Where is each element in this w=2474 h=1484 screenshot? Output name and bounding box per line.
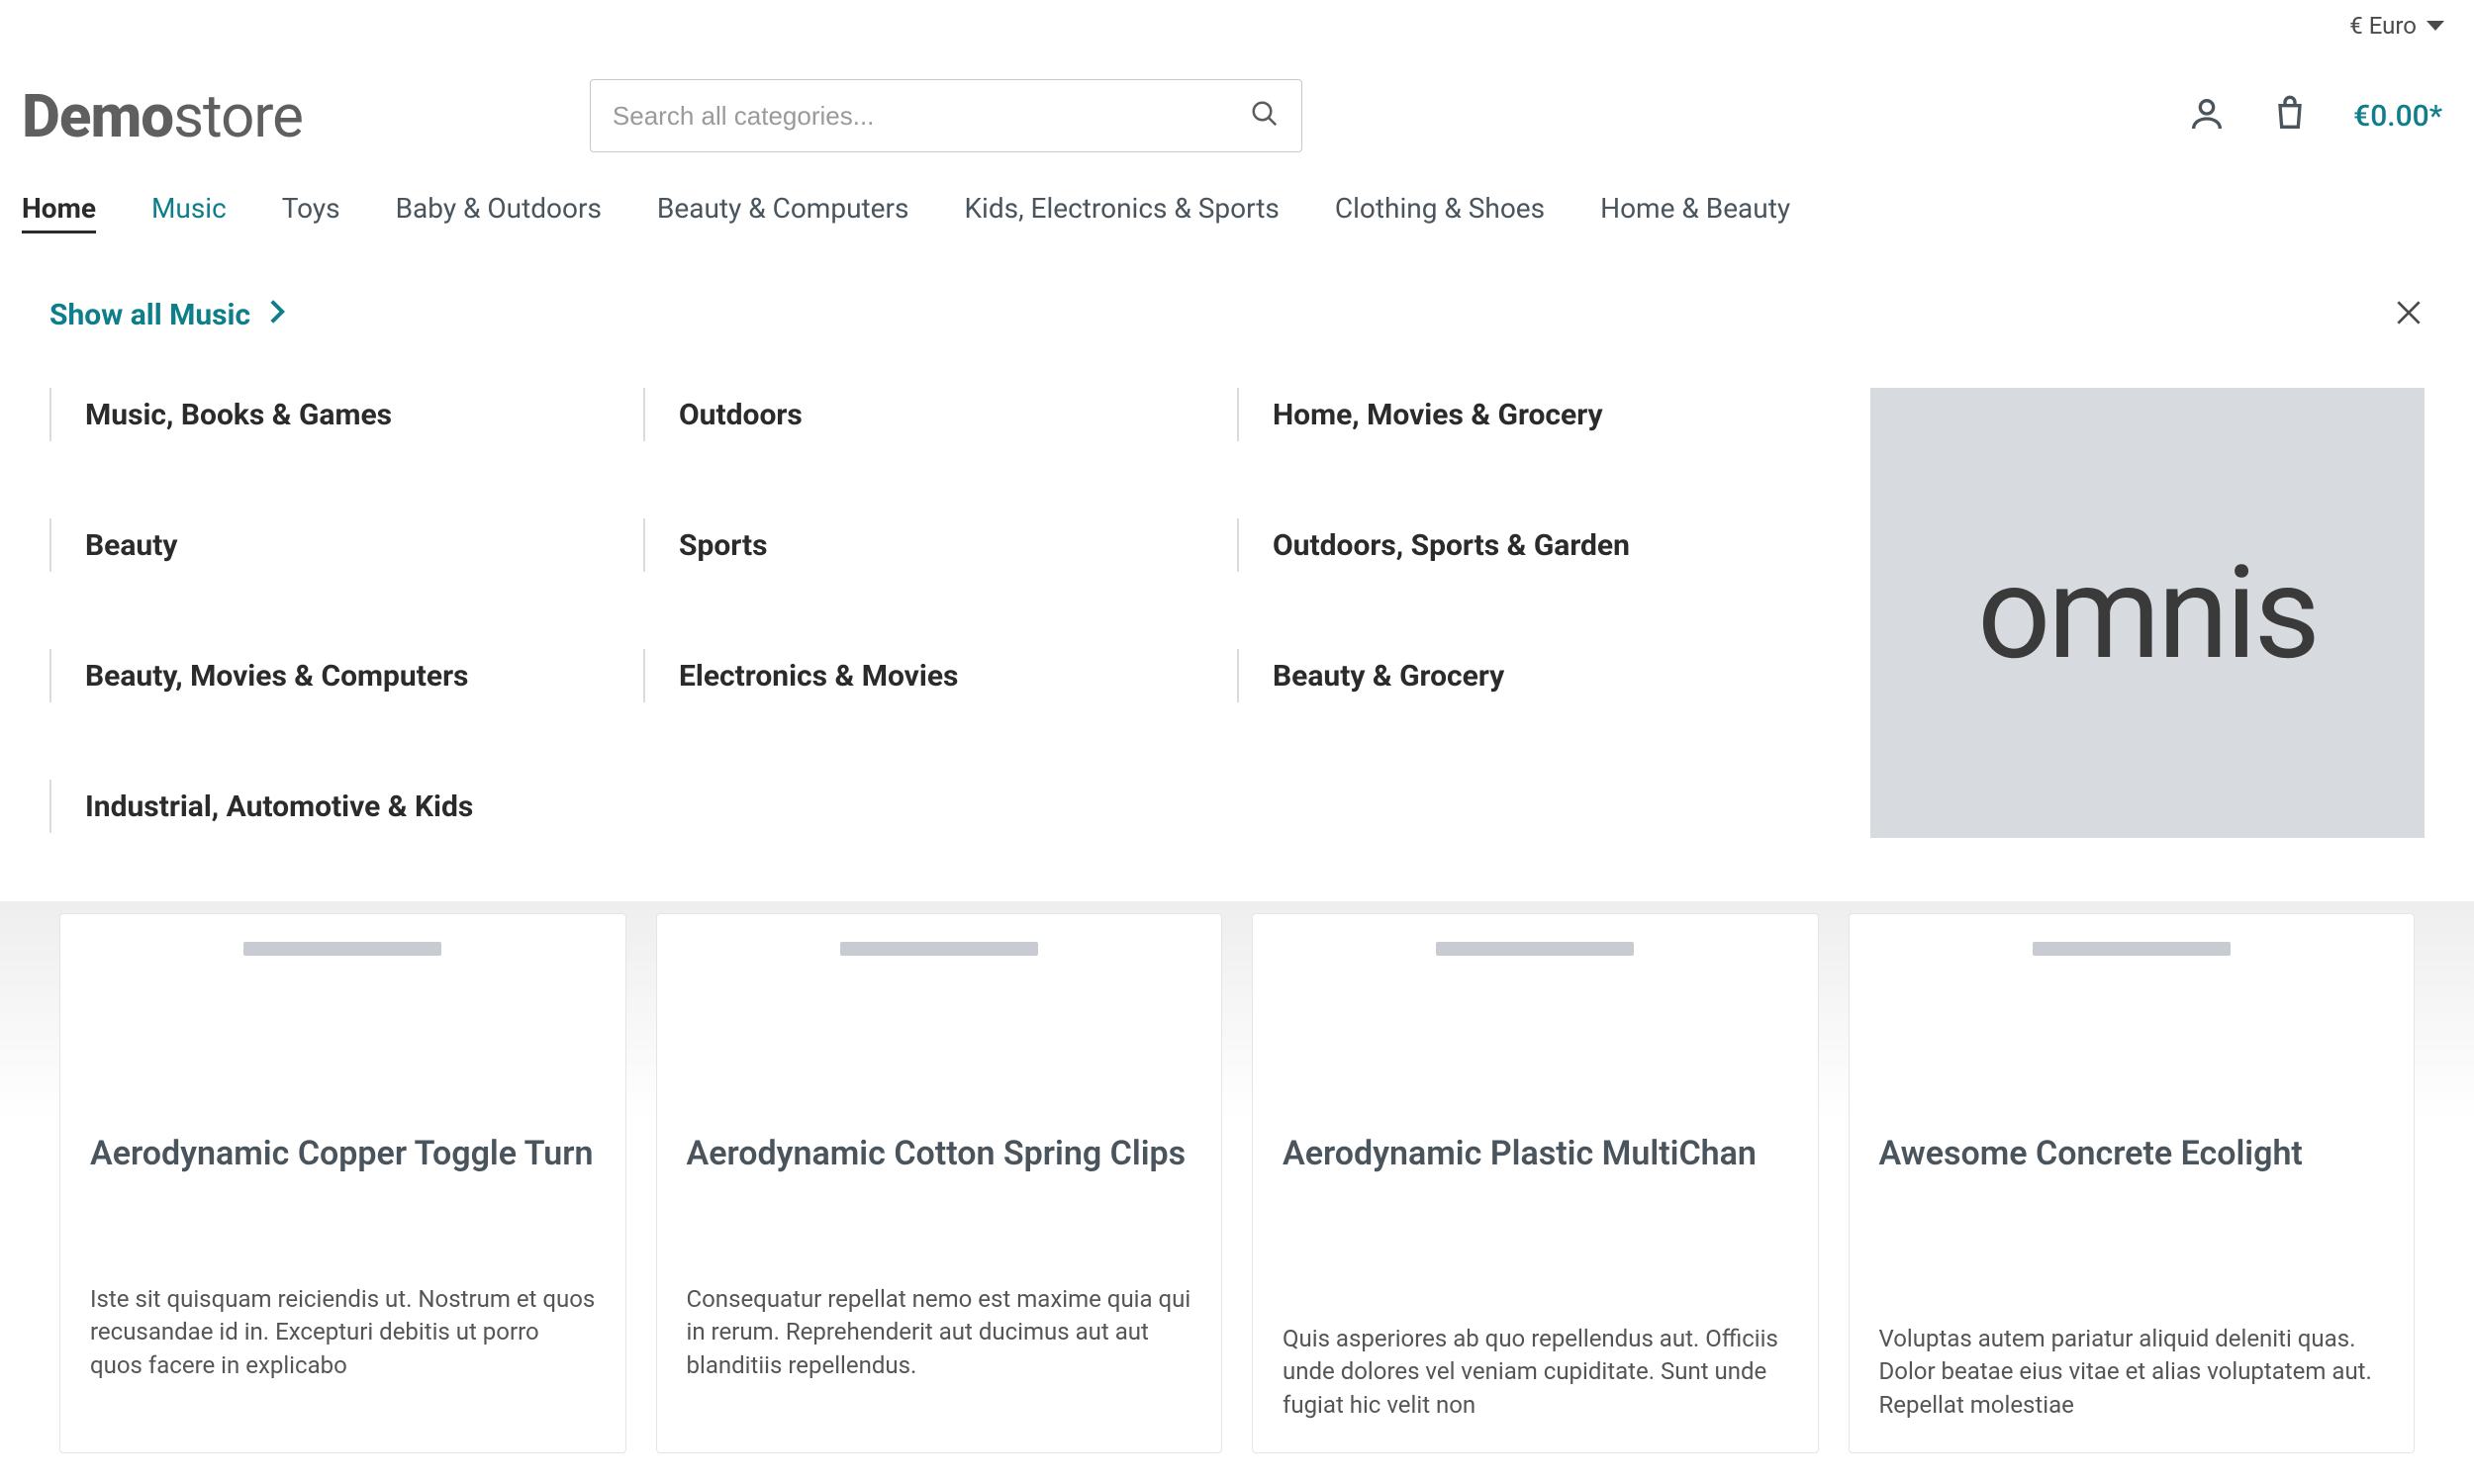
product-strip: Aerodynamic Copper Toggle Turn Iste sit …: [0, 913, 2474, 1453]
product-desc: Consequatur repellat nemo est maxime qui…: [687, 1283, 1192, 1383]
mega-col-1: Music, Books & Games Beauty Beauty, Movi…: [49, 388, 643, 833]
product-card[interactable]: Aerodynamic Cotton Spring Clips Consequa…: [656, 913, 1223, 1453]
mega-col-2: Outdoors Sports Electronics & Movies: [643, 388, 1237, 833]
mega-link[interactable]: Beauty, Movies & Computers: [49, 649, 643, 702]
search-box[interactable]: [590, 79, 1302, 152]
nav-clothing-shoes[interactable]: Clothing & Shoes: [1335, 192, 1545, 233]
nav-toys[interactable]: Toys: [282, 192, 340, 233]
search-icon[interactable]: [1250, 99, 1280, 133]
currency-label: € Euro: [2349, 12, 2417, 40]
product-image-placeholder: [243, 942, 441, 956]
product-desc: Voluptas autem pariatur aliquid deleniti…: [1879, 1323, 2385, 1423]
show-all-label: Show all Music: [49, 298, 250, 332]
mega-menu: Show all Music Music, Books & Games Beau…: [0, 259, 2474, 901]
product-image-placeholder: [2033, 942, 2231, 956]
product-desc: Iste sit quisquam reiciendis ut. Nostrum…: [90, 1283, 596, 1383]
product-card[interactable]: Aerodynamic Plastic MultiChan Quis asper…: [1252, 913, 1819, 1453]
nav-music[interactable]: Music: [151, 192, 227, 233]
cart-icon[interactable]: [2270, 94, 2310, 138]
mega-promo-text: omnis: [1977, 537, 2318, 689]
nav-home-beauty[interactable]: Home & Beauty: [1600, 192, 1790, 233]
product-title: Awesome Concrete Ecolight: [1879, 1134, 2385, 1174]
show-all-music-link[interactable]: Show all Music: [49, 298, 286, 332]
product-card[interactable]: Awesome Concrete Ecolight Voluptas autem…: [1849, 913, 2416, 1453]
product-title: Aerodynamic Cotton Spring Clips: [687, 1134, 1192, 1174]
mega-link[interactable]: Home, Movies & Grocery: [1237, 388, 1831, 441]
mega-link[interactable]: Outdoors: [643, 388, 1237, 441]
caret-down-icon: [2426, 21, 2444, 31]
nav-baby-outdoors[interactable]: Baby & Outdoors: [396, 192, 602, 233]
product-card[interactable]: Aerodynamic Copper Toggle Turn Iste sit …: [59, 913, 626, 1453]
mega-link[interactable]: Electronics & Movies: [643, 649, 1237, 702]
currency-selector[interactable]: € Euro: [2349, 12, 2444, 40]
chevron-right-icon: [268, 298, 286, 332]
main-nav: Home Music Toys Baby & Outdoors Beauty &…: [0, 182, 2474, 259]
mega-col-3: Home, Movies & Grocery Outdoors, Sports …: [1237, 388, 1831, 833]
mega-link[interactable]: Beauty & Grocery: [1237, 649, 1831, 702]
mega-promo-tile[interactable]: omnis: [1870, 388, 2425, 838]
mega-link[interactable]: Music, Books & Games: [49, 388, 643, 441]
account-icon[interactable]: [2187, 94, 2227, 138]
nav-beauty-computers[interactable]: Beauty & Computers: [657, 192, 909, 233]
cart-total[interactable]: €0.00*: [2353, 99, 2442, 134]
mega-link[interactable]: Outdoors, Sports & Garden: [1237, 518, 1831, 572]
product-image-placeholder: [840, 942, 1038, 956]
mega-link[interactable]: Sports: [643, 518, 1237, 572]
nav-kids-electronics-sports[interactable]: Kids, Electronics & Sports: [964, 192, 1279, 233]
mega-link[interactable]: Industrial, Automotive & Kids: [49, 780, 643, 833]
mega-link[interactable]: Beauty: [49, 518, 643, 572]
search-input[interactable]: [613, 101, 1250, 132]
product-title: Aerodynamic Plastic MultiChan: [1283, 1134, 1788, 1174]
product-desc: Quis asperiores ab quo repellendus aut. …: [1283, 1323, 1788, 1423]
logo-bold: Demo: [22, 81, 173, 151]
product-title: Aerodynamic Copper Toggle Turn: [90, 1134, 596, 1174]
logo[interactable]: Demostore: [22, 81, 303, 151]
logo-light: store: [173, 81, 303, 151]
nav-home[interactable]: Home: [22, 192, 96, 233]
product-image-placeholder: [1436, 942, 1634, 956]
close-mega-button[interactable]: [2393, 297, 2425, 332]
